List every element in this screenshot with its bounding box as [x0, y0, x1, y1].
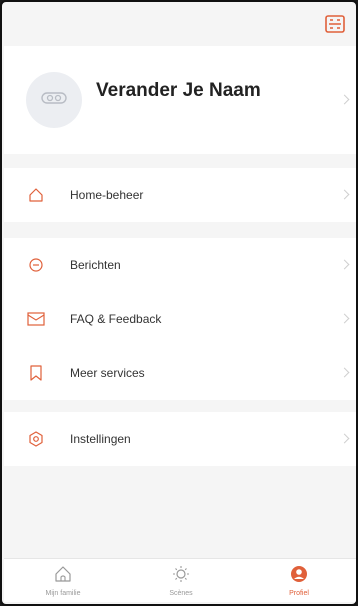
tab-scenes[interactable]: Scènes	[122, 559, 240, 602]
chevron-right-icon	[339, 259, 350, 270]
bookmark-icon	[26, 363, 46, 383]
screen: Verander Je Naam Home-beheer Berichten F…	[0, 0, 358, 606]
tab-profile[interactable]: Profiel	[240, 559, 356, 602]
tab-home[interactable]: Mijn familie	[4, 559, 122, 602]
tab-label: Profiel	[289, 590, 309, 597]
scan-button[interactable]	[324, 14, 346, 38]
menu-item-faq[interactable]: FAQ & Feedback	[4, 292, 356, 346]
profile-name[interactable]: Verander Je Naam	[96, 80, 261, 102]
chevron-right-icon	[339, 313, 350, 324]
chat-icon	[26, 255, 46, 275]
settings-icon	[26, 429, 46, 449]
scan-icon	[325, 14, 345, 38]
chevron-right-icon	[339, 367, 350, 378]
menu-item-label: FAQ & Feedback	[70, 312, 162, 326]
avatar-icon	[41, 91, 67, 110]
support-group: Berichten FAQ & Feedback Meer services	[4, 238, 356, 400]
profile-icon	[290, 565, 308, 588]
menu-item-messages[interactable]: Berichten	[4, 238, 356, 292]
profile-card[interactable]: Verander Je Naam	[4, 46, 356, 154]
avatar[interactable]	[26, 72, 82, 128]
home-icon	[54, 565, 72, 588]
settings-group: Instellingen	[4, 412, 356, 466]
menu-item-home[interactable]: Home-beheer	[4, 168, 356, 222]
tab-bar: Mijn familie Scènes Profiel	[4, 558, 356, 602]
menu-item-label: Instellingen	[70, 432, 131, 446]
sun-icon	[172, 565, 190, 588]
tab-label: Mijn familie	[45, 590, 81, 597]
chevron-right-icon	[339, 433, 350, 444]
chevron-right-icon	[339, 189, 350, 200]
menu-item-services[interactable]: Meer services	[4, 346, 356, 400]
menu-item-label: Home-beheer	[70, 188, 144, 202]
tab-label: Scènes	[169, 590, 193, 597]
mail-icon	[26, 309, 46, 329]
menu-item-label: Berichten	[70, 258, 121, 272]
house-icon	[26, 185, 46, 205]
menu-item-settings[interactable]: Instellingen	[4, 412, 356, 466]
home-group: Home-beheer	[4, 168, 356, 222]
chevron-right-icon	[339, 94, 350, 105]
menu-item-label: Meer services	[70, 366, 145, 380]
